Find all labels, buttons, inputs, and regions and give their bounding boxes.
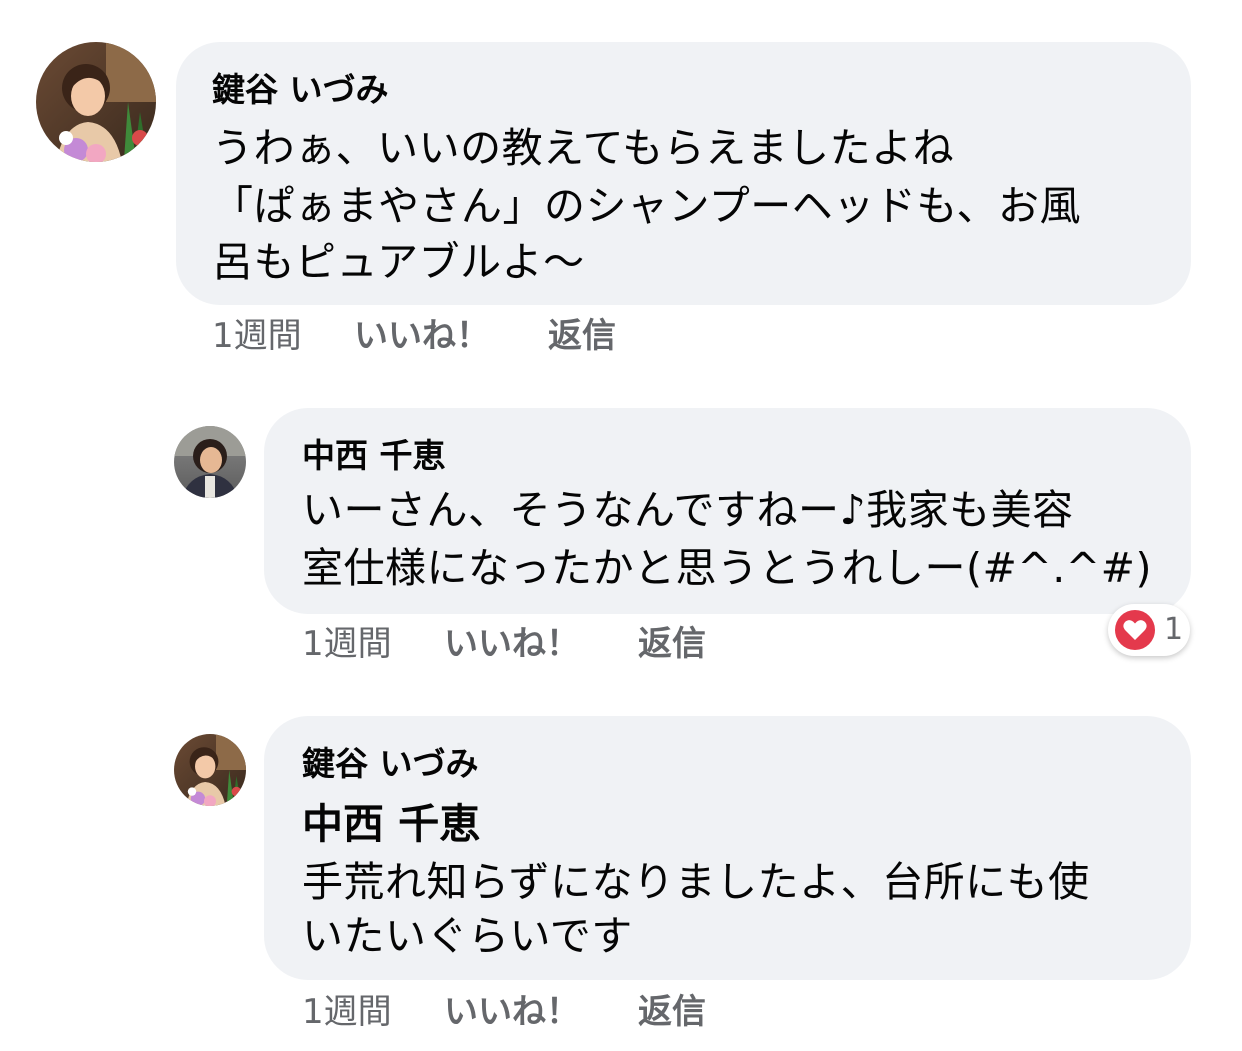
like-button[interactable]: いいね！ <box>444 622 580 666</box>
heart-reaction-icon <box>1115 610 1155 650</box>
comment-text-line: いたいぐらいです <box>302 912 633 960</box>
comment-text-line: うわぁ、いいの教えてもらえましたよね <box>212 124 955 172</box>
reply-button[interactable]: 返信 <box>548 314 616 358</box>
avatar[interactable] <box>174 426 246 498</box>
comment-timestamp: 1週間 <box>212 316 302 356</box>
profile-photo-icon <box>36 42 156 162</box>
avatar[interactable] <box>36 42 156 162</box>
comment-text-line: 呂もピュアブルよ〜 <box>212 238 585 286</box>
comment-author[interactable]: 鍵谷 いづみ <box>302 744 479 784</box>
profile-photo-icon <box>174 426 246 498</box>
avatar[interactable] <box>174 734 246 806</box>
like-button[interactable]: いいね！ <box>444 990 580 1034</box>
comment-text-line: 手荒れ知らずになりましたよ、台所にも使 <box>302 858 1090 906</box>
mention-tag[interactable]: 中西 千恵 <box>302 798 480 850</box>
comment-timestamp: 1週間 <box>302 992 392 1032</box>
like-button[interactable]: いいね！ <box>354 314 490 358</box>
comment-author[interactable]: 中西 千恵 <box>302 436 446 476</box>
reply-button[interactable]: 返信 <box>638 622 706 666</box>
profile-photo-icon <box>174 734 246 806</box>
comment-text-line: 「ぱぁまやさん」のシャンプーヘッドも、お風 <box>212 182 1082 230</box>
comment-timestamp: 1週間 <box>302 624 392 664</box>
comment-text-line: 室仕様になったかと思うとうれしー(#^.^#) <box>302 544 1152 592</box>
comment-text-line: いーさん、そうなんですねー♪我家も美容 <box>302 486 1074 534</box>
comment-author[interactable]: 鍵谷 いづみ <box>212 70 389 110</box>
reaction-count: 1 <box>1164 612 1184 647</box>
reaction-summary[interactable]: 1 <box>1108 604 1190 656</box>
reply-button[interactable]: 返信 <box>638 990 706 1034</box>
